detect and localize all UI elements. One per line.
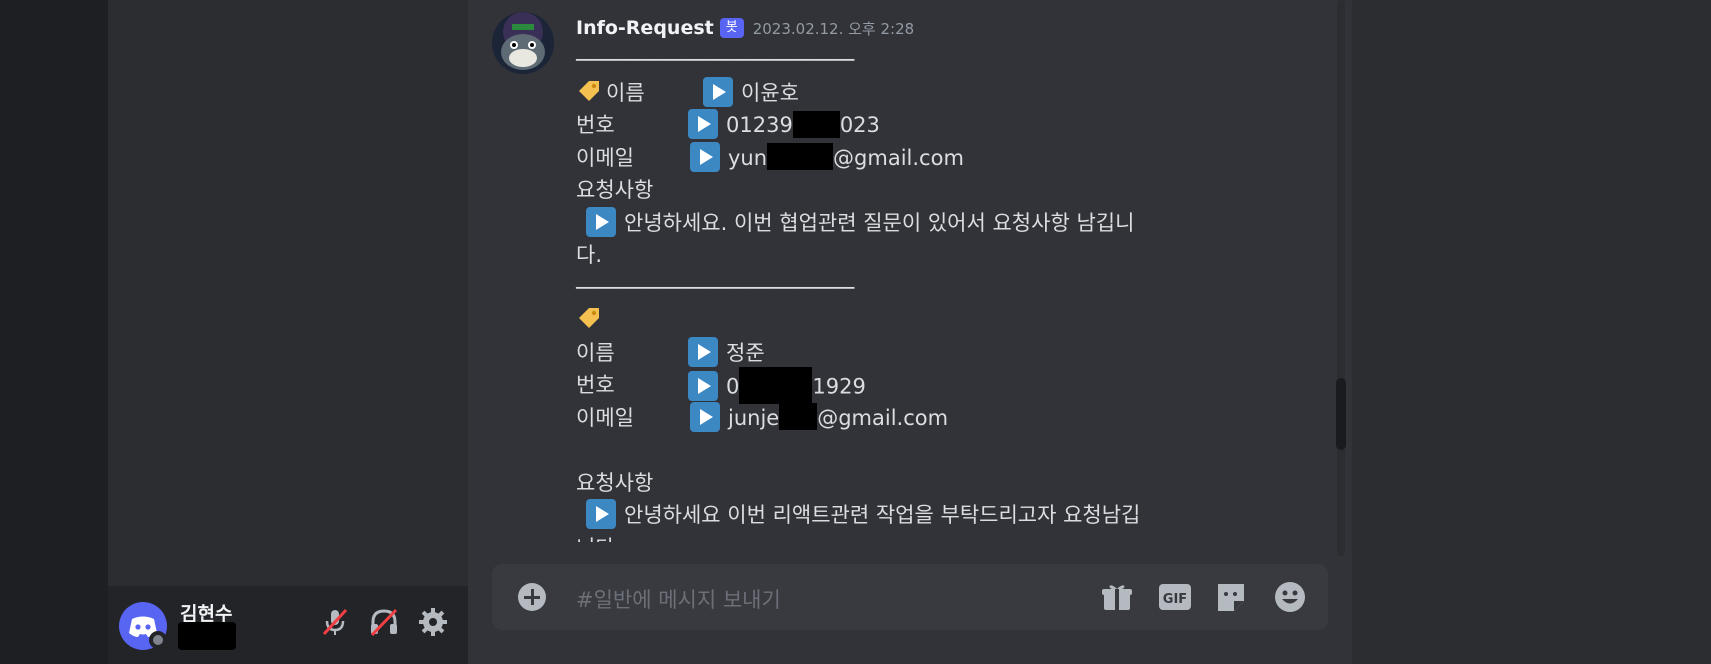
server-rail xyxy=(0,0,108,664)
entry2-tag-row xyxy=(576,304,1246,337)
redaction-box xyxy=(739,367,813,404)
redaction-box xyxy=(792,110,840,138)
headphones-deafened-icon[interactable] xyxy=(368,606,400,638)
label-tag-icon xyxy=(579,80,599,101)
play-button-icon xyxy=(690,141,720,172)
entry2-request-line1-row: 안녕하세요 이번 리액트관련 작업을 부탁드리고자 요청남깁 xyxy=(576,499,1246,532)
entry1-request-line2: 다. xyxy=(576,243,602,267)
entry1-email-label: 이메일 xyxy=(576,145,634,170)
message-timestamp[interactable]: 2023.02.12. 오후 2:28 xyxy=(753,18,914,39)
emoji-icon[interactable] xyxy=(1273,581,1307,613)
divider-line: ────────────────────── xyxy=(576,48,855,72)
entry1-phone-label: 번호 xyxy=(576,113,615,137)
gift-icon[interactable] xyxy=(1100,581,1134,613)
entry1-phone-suffix: 023 xyxy=(839,113,880,137)
play-button-icon xyxy=(586,206,616,237)
entry1-name-label: 이름 xyxy=(606,80,645,105)
entry1-email-row: 이메일 yun @gmail.com xyxy=(576,141,1246,175)
add-attachment-icon[interactable] xyxy=(518,583,546,611)
mic-muted-icon[interactable] xyxy=(319,606,351,638)
entry1-name-row: 이름 이윤호 xyxy=(576,76,1246,110)
chat-scrollbar-track[interactable] xyxy=(1337,0,1345,556)
entry2-email-row: 이메일 junje @gmail.com xyxy=(576,401,1246,435)
play-button-icon xyxy=(688,109,718,139)
message-content: ────────────────────── 이름 이윤호 번호 01239 02… xyxy=(576,44,1246,542)
channel-sidebar xyxy=(108,0,468,664)
status-offline-indicator xyxy=(149,631,167,649)
entry2-phone-label: 번호 xyxy=(576,373,615,397)
entry1-request-line1: 안녕하세요. 이번 협업관련 질문이 있어서 요청사항 남깁니 xyxy=(624,210,1135,235)
entry1-request-label: 요청사항 xyxy=(576,178,654,202)
redaction-box xyxy=(767,143,834,170)
entry2-name-row: 이름 정준 xyxy=(576,336,1246,370)
play-button-icon xyxy=(688,370,718,401)
entry2-name-label: 이름 xyxy=(576,340,615,365)
sticker-icon[interactable] xyxy=(1214,581,1248,613)
message-author[interactable]: Info-Request xyxy=(576,17,714,39)
redaction-box xyxy=(178,622,236,650)
redaction-box xyxy=(779,403,818,430)
entry1-email-suffix: @gmail.com xyxy=(833,145,964,170)
svg-text:GIF: GIF xyxy=(1163,592,1187,607)
bot-avatar[interactable] xyxy=(492,12,554,74)
entry2-name-value: 정준 xyxy=(726,340,765,365)
entry2-request-line2: 니다 xyxy=(576,532,1246,542)
play-button-icon xyxy=(586,499,616,529)
entry2-phone-row: 번호 0 1929 xyxy=(576,367,1246,404)
play-button-icon xyxy=(688,336,718,367)
right-panel xyxy=(1352,0,1711,664)
entry2-phone-suffix: 1929 xyxy=(812,374,866,399)
discord-window: Info-Request 봇 2023.02.12. 오후 2:28 ─────… xyxy=(0,0,1711,664)
message-header: Info-Request 봇 2023.02.12. 오후 2:28 xyxy=(576,14,914,42)
bot-badge: 봇 xyxy=(719,18,744,38)
entry2-request-line1: 안녕하세요 이번 리액트관련 작업을 부탁드리고자 요청남깁 xyxy=(624,503,1141,527)
message-composer[interactable]: #일반에 메시지 보내기 GIF xyxy=(492,564,1328,630)
chat-scrollbar-thumb[interactable] xyxy=(1336,378,1346,450)
play-button-icon xyxy=(703,76,733,107)
entry2-email-prefix: junje xyxy=(728,405,780,430)
entry1-name-value: 이윤호 xyxy=(741,80,799,105)
entry2-email-label: 이메일 xyxy=(576,405,634,430)
message-input[interactable]: #일반에 메시지 보내기 xyxy=(576,584,781,614)
entry1-request-line1-row: 안녕하세요. 이번 협업관련 질문이 있어서 요청사항 남깁니 xyxy=(576,206,1246,240)
entry2-request-label: 요청사항 xyxy=(576,470,654,495)
gear-icon[interactable] xyxy=(417,606,449,638)
divider-line: ────────────────────── xyxy=(576,275,855,300)
entry2-email-suffix: @gmail.com xyxy=(817,405,949,430)
entry2-phone-prefix: 0 xyxy=(726,374,740,399)
gif-icon[interactable]: GIF xyxy=(1158,581,1192,613)
label-tag-icon xyxy=(579,308,599,328)
entry1-email-prefix: yun xyxy=(728,145,768,170)
play-button-icon xyxy=(690,401,720,432)
entry1-phone-prefix: 01239 xyxy=(726,113,793,137)
entry1-phone-row: 번호 01239 023 xyxy=(576,109,1246,142)
